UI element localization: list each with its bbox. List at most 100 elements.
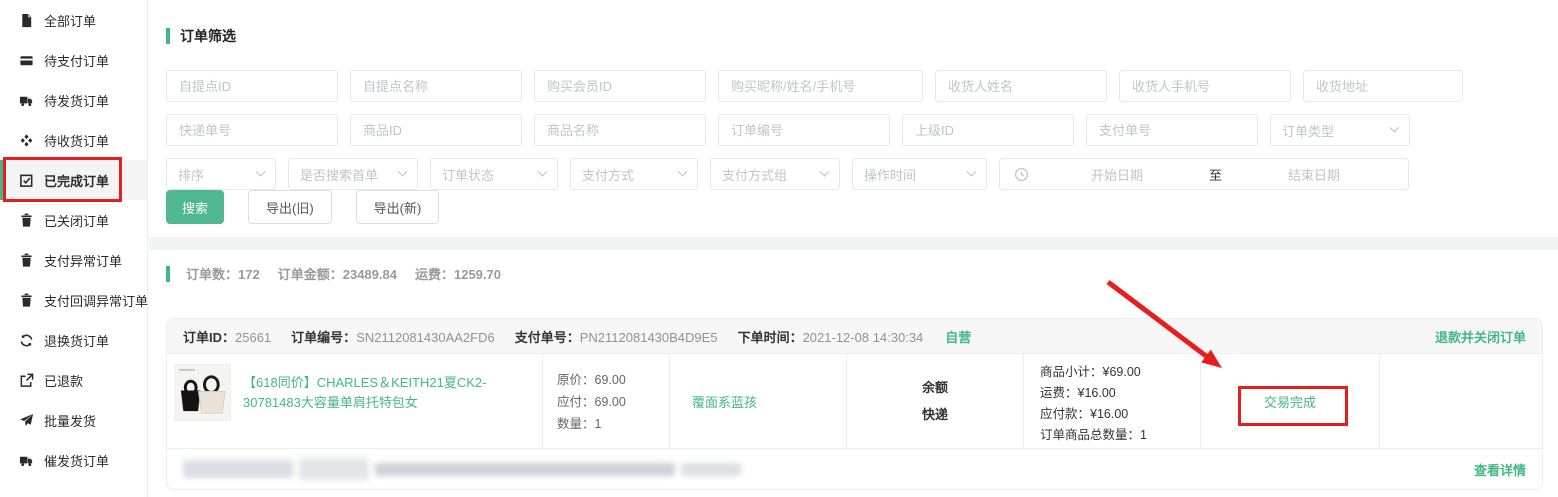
tracking-number-input[interactable]: [166, 114, 338, 146]
credit-card-icon: [19, 53, 34, 68]
filter-section-title: 订单筛选: [166, 26, 236, 46]
main-content: 订单筛选 订单类型 排序 是否搜索首单 订单状态 支付方式: [149, 0, 1558, 497]
date-range-separator: 至: [1205, 165, 1226, 184]
share-icon: [19, 373, 34, 388]
search-button[interactable]: 搜索: [166, 190, 224, 224]
total-quantity: 订单商品总数量：1: [1040, 425, 1200, 446]
sidebar-item-label: 支付异常订单: [44, 251, 122, 270]
order-count: 订单数：172: [186, 264, 260, 283]
sidebar-item-refunded[interactable]: 已退款: [0, 360, 147, 400]
sidebar-item-pending-shipment[interactable]: 待发货订单: [0, 80, 147, 120]
product-image: [174, 364, 231, 421]
start-date-placeholder[interactable]: 开始日期: [1037, 165, 1197, 184]
product-title-link[interactable]: 【618同价】CHARLES＆KEITH21夏CK2-30781483大容量单肩…: [243, 373, 532, 448]
truck-icon: [19, 453, 34, 468]
sidebar-item-return-exchange[interactable]: 退换货订单: [0, 320, 147, 360]
truck-icon: [19, 93, 34, 108]
sidebar-item-label: 退换货订单: [44, 331, 109, 350]
order-number-input[interactable]: [718, 114, 890, 146]
pickup-id-input[interactable]: [166, 70, 338, 102]
payment-number-input[interactable]: [1086, 114, 1258, 146]
filter-title-text: 订单筛选: [180, 26, 236, 46]
buyer-nickname-link[interactable]: 覆面系蓝孩: [692, 392, 757, 411]
delivery-method: 快递: [922, 401, 948, 428]
chevron-down-icon: [1390, 122, 1400, 132]
payment-method: 余额: [922, 374, 948, 401]
handbag-photo: [175, 365, 230, 420]
chevron-down-icon: [820, 166, 830, 176]
sidebar-item-label: 待支付订单: [44, 51, 109, 70]
operation-time-select[interactable]: 操作时间: [852, 158, 987, 190]
payment-delivery-cell: 余额 快递: [846, 354, 1023, 448]
parent-id-input[interactable]: [902, 114, 1074, 146]
trash-icon: [19, 253, 34, 268]
shipping-fee: 运费：¥16.00: [1040, 383, 1200, 404]
sidebar-item-label: 催发货订单: [44, 451, 109, 470]
order-time-field: 下单时间：2021-12-08 14:30:34: [738, 327, 924, 346]
buyer-cell: 覆面系蓝孩: [669, 354, 846, 448]
sidebar-item-all-orders[interactable]: 全部订单: [0, 0, 147, 40]
payment-method-group-select[interactable]: 支付方式组: [710, 158, 840, 190]
sidebar-item-label: 已关闭订单: [44, 211, 109, 230]
view-details-link[interactable]: 查看详情: [1474, 460, 1526, 479]
summary-accent-bar: [166, 266, 170, 282]
order-card-footer: 查看详情: [167, 448, 1542, 489]
chevron-down-icon: [256, 166, 266, 176]
product-name-input[interactable]: [534, 114, 706, 146]
receiver-phone-input[interactable]: [1119, 70, 1291, 102]
sidebar-item-callback-abnormal[interactable]: 支付回调异常订单: [0, 280, 147, 320]
quantity: 数量：1: [557, 413, 669, 435]
shipping-total: 运费：1259.70: [415, 264, 501, 283]
totals-cell: 商品小计：¥69.00 运费：¥16.00 应付款：¥16.00 订单商品总数量…: [1023, 354, 1200, 448]
sidebar-item-pending-receipt[interactable]: 待收货订单: [0, 120, 147, 160]
pickup-name-input[interactable]: [350, 70, 522, 102]
buyer-member-id-input[interactable]: [534, 70, 706, 102]
address-input[interactable]: [1303, 70, 1463, 102]
sidebar-item-payment-abnormal[interactable]: 支付异常订单: [0, 240, 147, 280]
chevron-down-icon: [967, 166, 977, 176]
first-order-select[interactable]: 是否搜索首单: [288, 158, 418, 190]
amount-payable: 应付款：¥16.00: [1040, 404, 1200, 425]
order-amount: 订单金额：23489.84: [278, 264, 397, 283]
sidebar-item-label: 支付回调异常订单: [44, 291, 148, 310]
order-type-select[interactable]: 订单类型: [1270, 114, 1410, 146]
end-date-placeholder[interactable]: 结束日期: [1234, 165, 1394, 184]
file-icon: [19, 13, 34, 28]
redacted-address: [183, 458, 741, 480]
price-cell: 原价：69.00 应付：69.00 数量：1: [542, 354, 669, 448]
order-card: 订单ID：25661 订单编号：SN2112081430AA2FD6 支付单号：…: [166, 318, 1543, 490]
order-status-select[interactable]: 订单状态: [430, 158, 558, 190]
export-old-button[interactable]: 导出(旧): [248, 190, 332, 224]
sidebar-item-pending-payment[interactable]: 待支付订单: [0, 40, 147, 80]
sidebar-item-label: 全部订单: [44, 11, 96, 30]
order-status-text: 交易完成: [1264, 392, 1316, 411]
sidebar-item-label: 已退款: [44, 371, 83, 390]
self-operated-badge: 自营: [945, 327, 971, 346]
clock-icon: [1014, 167, 1029, 182]
sidebar-item-completed-orders[interactable]: 已完成订单: [0, 160, 147, 200]
payment-method-select[interactable]: 支付方式: [570, 158, 698, 190]
export-new-button[interactable]: 导出(新): [356, 190, 440, 224]
date-range-picker[interactable]: 开始日期 至 结束日期: [999, 158, 1409, 190]
filter-row-3: 排序 是否搜索首单 订单状态 支付方式 支付方式组 操作时间 开始日期 至 结束…: [166, 158, 1409, 190]
original-price: 原价：69.00: [557, 369, 669, 391]
section-divider: [149, 237, 1558, 250]
chevron-down-icon: [538, 166, 548, 176]
receiver-name-input[interactable]: [935, 70, 1107, 102]
buyer-nickname-input[interactable]: [718, 70, 923, 102]
sort-select[interactable]: 排序: [166, 158, 276, 190]
order-number-field: 订单编号：SN2112081430AA2FD6: [291, 327, 495, 346]
title-accent-bar: [166, 28, 170, 44]
filter-row-1: [166, 70, 1463, 102]
sidebar-item-batch-shipment[interactable]: 批量发货: [0, 400, 147, 440]
refund-close-order-link[interactable]: 退款并关闭订单: [1435, 327, 1526, 346]
sidebar-item-closed-orders[interactable]: 已关闭订单: [0, 200, 147, 240]
payable-price: 应付：69.00: [557, 391, 669, 413]
sidebar-item-label: 待收货订单: [44, 131, 109, 150]
chevron-down-icon: [678, 166, 688, 176]
product-id-input[interactable]: [350, 114, 522, 146]
order-id-field: 订单ID：25661: [183, 327, 271, 346]
filter-actions: 搜索 导出(旧) 导出(新): [166, 190, 439, 224]
sidebar-item-urge-shipment[interactable]: 催发货订单: [0, 440, 147, 480]
status-cell: 交易完成: [1200, 354, 1379, 448]
